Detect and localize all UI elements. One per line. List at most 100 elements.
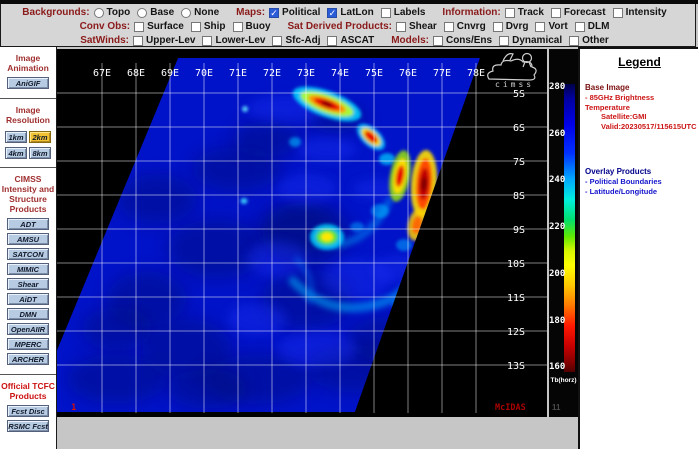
button-anigif[interactable]: AniGIF xyxy=(7,77,49,89)
checkbox-other[interactable]: Other xyxy=(569,35,609,46)
button-mimic[interactable]: MIMIC xyxy=(7,263,49,275)
checkbox-intensity[interactable]: Intensity xyxy=(613,7,667,18)
checkbox-dlm[interactable]: DLM xyxy=(575,21,610,32)
option-label-ascat: ASCAT xyxy=(340,35,374,46)
lat-label-5S: 5S xyxy=(513,89,525,100)
frame-number: 1 xyxy=(71,403,76,413)
button-adt[interactable]: ADT xyxy=(7,218,49,230)
group-satwinds: SatWinds:Upper-LevLower-LevSfc-AdjASCAT xyxy=(80,35,381,46)
button-mperc[interactable]: MPERC xyxy=(7,338,49,350)
checkbox-labels[interactable]: Labels xyxy=(381,7,426,18)
radio-topo[interactable]: Topo xyxy=(94,7,131,18)
lat-label-8S: 8S xyxy=(513,191,525,202)
legend-overlay-line-political: - Political Boundaries xyxy=(585,177,694,187)
checkbox-vort[interactable]: Vort xyxy=(535,21,567,32)
button-aidt[interactable]: AiDT xyxy=(7,293,49,305)
colorbar-tick-160: 160 xyxy=(549,362,563,372)
checkbox-box-latlon[interactable]: ✓ xyxy=(327,8,337,18)
controls-row-1: Backgrounds:TopoBaseNoneMaps:✓Political✓… xyxy=(1,6,695,19)
checkbox-upper-lev[interactable]: Upper-Lev xyxy=(133,35,195,46)
radio-button-base[interactable] xyxy=(137,8,147,18)
checkbox-dvrg[interactable]: Dvrg xyxy=(493,21,529,32)
checkbox-box-other[interactable] xyxy=(569,36,579,46)
button-archer[interactable]: ARCHER xyxy=(7,353,49,365)
group-information: Information:TrackForecastIntensity xyxy=(442,7,673,18)
checkbox-box-forecast[interactable] xyxy=(551,8,561,18)
button-4km[interactable]: 4km xyxy=(5,147,27,159)
checkbox-forecast[interactable]: Forecast xyxy=(551,7,606,18)
radio-button-topo[interactable] xyxy=(94,8,104,18)
checkbox-box-lower-lev[interactable] xyxy=(202,36,212,46)
legend-base-image-line: - 85GHz Brightness Temperature xyxy=(585,93,694,112)
radio-button-none[interactable] xyxy=(181,8,191,18)
button-dmn[interactable]: DMN xyxy=(7,308,49,320)
button-2km[interactable]: 2km xyxy=(29,131,51,143)
group-label-conv-obs: Conv Obs: xyxy=(80,21,131,32)
section-title-image-resolution: Image Resolution xyxy=(1,105,55,125)
checkbox-ship[interactable]: Ship xyxy=(191,21,226,32)
group-backgrounds: Backgrounds:TopoBaseNone xyxy=(22,7,226,18)
radio-none[interactable]: None xyxy=(181,7,219,18)
controls-row-2: Conv Obs:SurfaceShipBuoySat Derived Prod… xyxy=(1,20,695,33)
checkbox-box-cnvrg[interactable] xyxy=(444,22,454,32)
checkbox-surface[interactable]: Surface xyxy=(134,21,184,32)
checkbox-political[interactable]: ✓Political xyxy=(269,7,320,18)
option-label-buoy: Buoy xyxy=(246,21,271,32)
checkbox-box-labels[interactable] xyxy=(381,8,391,18)
checkbox-buoy[interactable]: Buoy xyxy=(233,21,271,32)
checkbox-box-shear[interactable] xyxy=(396,22,406,32)
option-label-track: Track xyxy=(518,7,544,18)
checkbox-box-buoy[interactable] xyxy=(233,22,243,32)
radio-base[interactable]: Base xyxy=(137,7,174,18)
section-buttons: AniGIF xyxy=(1,77,55,89)
checkbox-box-political[interactable]: ✓ xyxy=(269,8,279,18)
checkbox-box-upper-lev[interactable] xyxy=(133,36,143,46)
option-label-upper-lev: Upper-Lev xyxy=(146,35,195,46)
checkbox-box-dynamical[interactable] xyxy=(499,36,509,46)
option-label-dlm: DLM xyxy=(588,21,610,32)
button-rsmc-fcst[interactable]: RSMC Fcst xyxy=(7,420,49,432)
checkbox-box-vort[interactable] xyxy=(535,22,545,32)
controls-row-3: SatWinds:Upper-LevLower-LevSfc-AdjASCATM… xyxy=(1,34,695,47)
checkbox-box-track[interactable] xyxy=(505,8,515,18)
lon-label-70E: 70E xyxy=(195,68,213,79)
button-fcst-disc[interactable]: Fcst Disc xyxy=(7,405,49,417)
checkbox-lower-lev[interactable]: Lower-Lev xyxy=(202,35,265,46)
sidebar-section-cimss-intensity-and-structure-products: CIMSS Intensity and Structure ProductsAD… xyxy=(0,167,56,374)
colorbar-unit-label: Tb(horz) xyxy=(549,377,578,384)
cimss-logo-text: cimss xyxy=(495,80,534,89)
checkbox-box-dlm[interactable] xyxy=(575,22,585,32)
option-label-topo: Topo xyxy=(107,7,131,18)
checkbox-box-dvrg[interactable] xyxy=(493,22,503,32)
checkbox-cnvrg[interactable]: Cnvrg xyxy=(444,21,486,32)
option-label-base: Base xyxy=(150,7,174,18)
lon-label-78E: 78E xyxy=(467,68,485,79)
button-satcon[interactable]: SATCON xyxy=(7,248,49,260)
lat-label-10S: 10S xyxy=(507,259,525,270)
checkbox-shear[interactable]: Shear xyxy=(396,21,437,32)
checkbox-box-surface[interactable] xyxy=(134,22,144,32)
option-label-sfc-adj: Sfc-Adj xyxy=(285,35,320,46)
checkbox-cons-ens[interactable]: Cons/Ens xyxy=(433,35,492,46)
checkbox-dynamical[interactable]: Dynamical xyxy=(499,35,562,46)
button-shear[interactable]: Shear xyxy=(7,278,49,290)
checkbox-track[interactable]: Track xyxy=(505,7,544,18)
checkbox-box-intensity[interactable] xyxy=(613,8,623,18)
button-1km[interactable]: 1km xyxy=(5,131,27,143)
checkbox-box-ascat[interactable] xyxy=(327,36,337,46)
checkbox-ascat[interactable]: ASCAT xyxy=(327,35,374,46)
legend-title: Legend xyxy=(585,55,694,69)
checkbox-box-cons-ens[interactable] xyxy=(433,36,443,46)
checkbox-latlon[interactable]: ✓LatLon xyxy=(327,7,373,18)
button-8km[interactable]: 8km xyxy=(29,147,51,159)
lat-label-13S: 13S xyxy=(507,361,525,372)
button-amsu[interactable]: AMSU xyxy=(7,233,49,245)
group-label-maps: Maps: xyxy=(236,7,265,18)
checkbox-box-ship[interactable] xyxy=(191,22,201,32)
button-openaiir[interactable]: OpenAIIR xyxy=(7,323,49,335)
section-buttons: 1km2km4km8km xyxy=(1,129,55,161)
checkbox-box-sfc-adj[interactable] xyxy=(272,36,282,46)
overlay-controls-bar: Backgrounds:TopoBaseNoneMaps:✓Political✓… xyxy=(0,4,696,47)
checkbox-sfc-adj[interactable]: Sfc-Adj xyxy=(272,35,320,46)
legend-base-image-header: Base Image xyxy=(585,83,694,93)
